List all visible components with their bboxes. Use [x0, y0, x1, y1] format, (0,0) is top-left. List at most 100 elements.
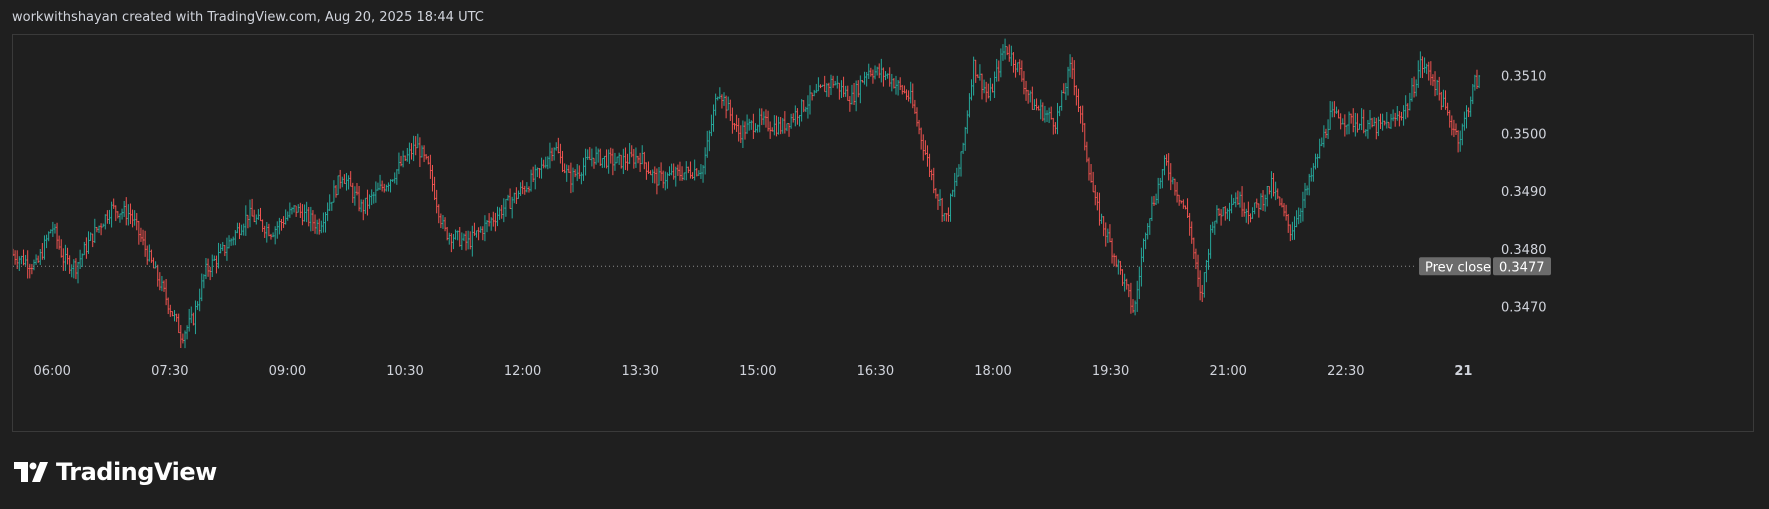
- ohlc-bar: [196, 301, 199, 310]
- ohlc-bar: [217, 242, 220, 269]
- ohlc-bar: [527, 186, 530, 193]
- ohlc-bar: [1048, 107, 1051, 124]
- ohlc-bar: [1471, 83, 1474, 105]
- tradingview-brand[interactable]: TradingView: [14, 458, 217, 486]
- ohlc-bar: [1452, 119, 1455, 138]
- ohlc-bar: [1161, 169, 1164, 189]
- ohlc-bar: [874, 65, 877, 80]
- ohlc-bar: [895, 75, 898, 95]
- ohlc-bar: [232, 236, 235, 246]
- ohlc-bar: [691, 172, 694, 179]
- ohlc-bar: [918, 119, 921, 135]
- ohlc-bar: [641, 145, 644, 165]
- ohlc-bar: [515, 187, 518, 205]
- ohlc-bar: [53, 223, 56, 234]
- ohlc-bar: [869, 67, 872, 77]
- ohlc-bar: [1278, 196, 1281, 206]
- ohlc-bar: [1329, 101, 1332, 130]
- ohlc-bar: [964, 126, 967, 151]
- ohlc-bar: [834, 80, 837, 86]
- ohlc-bar: [911, 83, 914, 109]
- ohlc-bar: [899, 77, 902, 91]
- y-axis[interactable]: 0.3510 0.3500 0.3490 0.3480 0.3470: [1501, 69, 1547, 315]
- ohlc-bar: [1228, 202, 1231, 222]
- ohlc-bar: [49, 229, 52, 234]
- ohlc-bar: [56, 222, 59, 249]
- ohlc-bar: [1014, 59, 1017, 78]
- ohlc-bar: [1434, 71, 1437, 97]
- ohlc-bar: [553, 147, 556, 161]
- ohlc-bar: [39, 248, 42, 265]
- ohlc-bar: [20, 255, 23, 265]
- ohlc-bar: [253, 209, 256, 223]
- ohlc-bar: [429, 154, 432, 179]
- ohlc-bar: [1431, 74, 1434, 87]
- ohlc-bar: [871, 69, 874, 84]
- ohlc-bar: [972, 56, 975, 96]
- ohlc-bar: [576, 164, 579, 182]
- ohlc-bar: [435, 189, 438, 214]
- ohlc-bar: [1350, 113, 1353, 124]
- ohlc-bar: [58, 235, 61, 250]
- ohlc-bar: [1201, 284, 1204, 303]
- ohlc-bar: [932, 167, 935, 194]
- ohlc-bar: [77, 261, 80, 284]
- ohlc-bar: [666, 172, 669, 189]
- ohlc-bar: [1001, 44, 1004, 61]
- ohlc-bar: [351, 182, 354, 203]
- ohlc-bar: [802, 100, 805, 113]
- ohlc-bar: [1272, 172, 1275, 197]
- ohlc-bar: [551, 147, 554, 162]
- ohlc-bar: [928, 153, 931, 178]
- ohlc-bar: [190, 306, 193, 324]
- ohlc-bar: [1463, 111, 1466, 131]
- ohlc-bar: [192, 312, 195, 326]
- ohlc-bar: [404, 155, 407, 161]
- ohlc-bar: [1073, 60, 1076, 96]
- ohlc-bar: [139, 227, 142, 242]
- ohlc-bar: [1467, 107, 1470, 118]
- ohlc-bar: [345, 172, 348, 191]
- ohlc-bar: [555, 142, 558, 151]
- ohlc-bar: [892, 78, 895, 89]
- ohlc-bar: [599, 148, 602, 166]
- ohlc-bar: [706, 130, 709, 158]
- ohlc-bar: [764, 109, 767, 128]
- ohlc-bar: [643, 151, 646, 170]
- ohlc-bar: [1136, 280, 1139, 312]
- ohlc-bar: [1343, 114, 1346, 137]
- ohlc-bar: [303, 204, 306, 222]
- ohlc-bar: [305, 201, 308, 223]
- ohlc-bar: [244, 205, 247, 236]
- ohlc-bar: [1270, 171, 1273, 199]
- ohlc-bar: [1020, 60, 1023, 82]
- ohlc-chart[interactable]: 0.3510 0.3500 0.3490 0.3480 0.3470 06:00 07:3…: [13, 35, 1753, 431]
- ohlc-bar: [506, 194, 509, 201]
- ohlc-bar: [601, 158, 604, 168]
- ohlc-bar: [743, 121, 746, 140]
- ohlc-bar: [949, 193, 952, 222]
- ohlc-bar: [257, 209, 260, 220]
- ohlc-bar: [135, 213, 138, 231]
- ohlc-bars-group: [13, 38, 1481, 349]
- ohlc-bar: [1394, 112, 1397, 127]
- x-axis[interactable]: 06:00 07:30 09:00 10:30 12:00 13:30 15:00 16:30…: [33, 364, 1472, 379]
- ohlc-bar: [1375, 117, 1378, 140]
- chart-panel[interactable]: 0.3510 0.3500 0.3490 0.3480 0.3470 06:00 07:3…: [12, 34, 1754, 432]
- ohlc-bar: [1327, 119, 1330, 139]
- ohlc-bar: [1180, 200, 1183, 204]
- ohlc-bar: [496, 206, 499, 227]
- ohlc-bar: [1285, 204, 1288, 221]
- ohlc-bar: [702, 165, 705, 183]
- ohlc-bar: [452, 234, 455, 250]
- ohlc-bar: [1054, 122, 1057, 134]
- ohlc-bar: [85, 237, 88, 259]
- ohlc-bar: [557, 137, 560, 154]
- ohlc-bar: [620, 154, 623, 169]
- ohlc-bar: [953, 172, 956, 198]
- ohlc-bar: [110, 201, 113, 228]
- ohlc-bar: [282, 216, 285, 228]
- ohlc-bar: [530, 169, 533, 192]
- ohlc-bar: [290, 207, 293, 215]
- ohlc-bar: [1146, 223, 1149, 240]
